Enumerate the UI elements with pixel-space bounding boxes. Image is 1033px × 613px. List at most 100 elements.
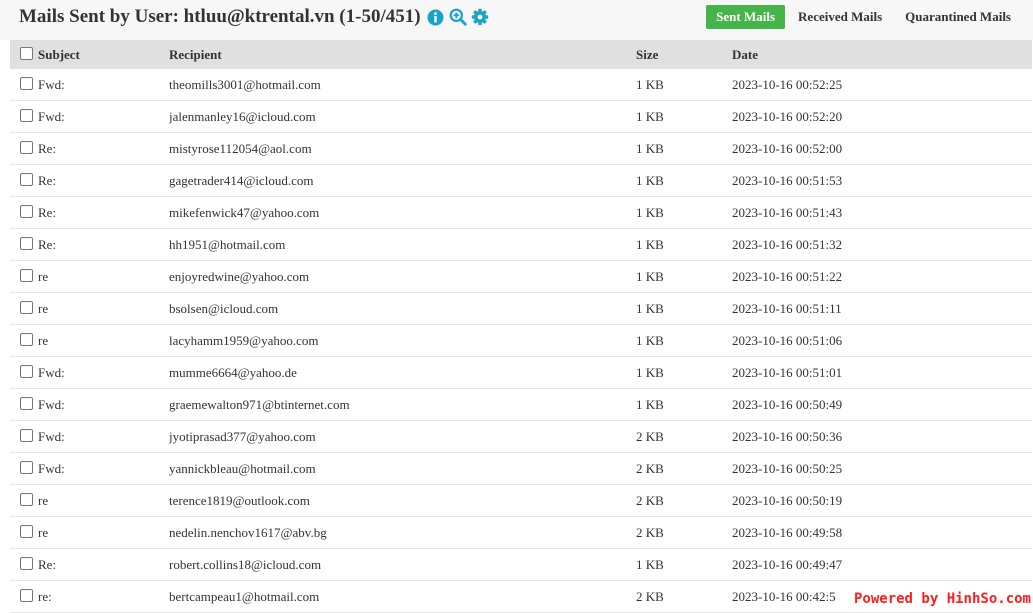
table-row[interactable]: Fwd: yannickbleau@hotmail.com 2 KB 2023-10-…	[10, 452, 1032, 485]
recipient-cell: robert.collins18@icloud.com	[169, 548, 636, 581]
recipient-cell: lacyhamm1959@yahoo.com	[169, 324, 636, 357]
subject-cell: Fwd:	[38, 388, 169, 421]
table-header-row: Subject Recipient Size Date	[10, 40, 1032, 69]
row-select-cell	[10, 516, 38, 549]
table-row[interactable]: Re: robert.collins18@icloud.com 1 KB 2023-1…	[10, 548, 1032, 581]
column-header-recipient[interactable]: Recipient	[169, 40, 636, 69]
row-checkbox[interactable]	[20, 301, 33, 315]
size-cell: 1 KB	[636, 548, 732, 581]
table-row[interactable]: Re: hh1951@hotmail.com 1 KB 2023-10-16 00:5…	[10, 228, 1032, 261]
row-checkbox[interactable]	[20, 333, 33, 347]
column-header-subject[interactable]: Subject	[38, 40, 169, 69]
row-select-cell	[10, 100, 38, 133]
size-cell: 2 KB	[636, 516, 732, 549]
tab-quarantined-mails[interactable]: Quarantined Mails	[895, 5, 1021, 29]
row-select-cell	[10, 196, 38, 229]
row-checkbox[interactable]	[20, 397, 33, 411]
table-row[interactable]: Re: gagetrader414@icloud.com 1 KB 2023-10-1…	[10, 164, 1032, 197]
size-cell: 1 KB	[636, 388, 732, 421]
tab-received-mails[interactable]: Received Mails	[788, 5, 892, 29]
table-row[interactable]: Re: mistyrose112054@aol.com 1 KB 2023-10-16…	[10, 132, 1032, 165]
row-checkbox[interactable]	[20, 365, 33, 379]
row-checkbox[interactable]	[20, 493, 33, 507]
date-cell: 2023-10-16 00:52:00	[732, 132, 1032, 165]
subject-cell: Re:	[38, 164, 169, 197]
mail-rows: Fwd: theomills3001@hotmail.com 1 KB 2023-10…	[10, 69, 1032, 613]
row-checkbox[interactable]	[20, 269, 33, 283]
size-cell: 2 KB	[636, 452, 732, 485]
gear-icon[interactable]	[471, 8, 489, 26]
select-all-checkbox[interactable]	[20, 47, 33, 61]
subject-cell: Fwd:	[38, 100, 169, 133]
row-checkbox[interactable]	[20, 109, 33, 123]
row-checkbox[interactable]	[20, 173, 33, 187]
column-header-size[interactable]: Size	[636, 40, 732, 69]
row-checkbox[interactable]	[20, 589, 33, 603]
subject-cell: Re:	[38, 132, 169, 165]
date-cell: 2023-10-16 00:51:43	[732, 196, 1032, 229]
title-bar: Mails Sent by User: htluu@ktrental.vn (1…	[19, 6, 489, 28]
recipient-cell: jyotiprasad377@yahoo.com	[169, 420, 636, 453]
date-cell: 2023-10-16 00:52:20	[732, 100, 1032, 133]
date-cell: 2023-10-16 00:50:19	[732, 484, 1032, 517]
subject-cell: re	[38, 484, 169, 517]
size-cell: 1 KB	[636, 356, 732, 389]
subject-cell: re	[38, 324, 169, 357]
row-select-cell	[10, 420, 38, 453]
row-select-cell	[10, 548, 38, 581]
row-checkbox[interactable]	[20, 205, 33, 219]
recipient-cell: hh1951@hotmail.com	[169, 228, 636, 261]
row-checkbox[interactable]	[20, 141, 33, 155]
table-row[interactable]: Fwd: theomills3001@hotmail.com 1 KB 2023-10…	[10, 69, 1032, 101]
row-checkbox[interactable]	[20, 237, 33, 251]
recipient-cell: theomills3001@hotmail.com	[169, 69, 636, 101]
recipient-cell: nedelin.nenchov1617@abv.bg	[169, 516, 636, 549]
table-row[interactable]: Fwd: jalenmanley16@icloud.com 1 KB 2023-10-…	[10, 100, 1032, 133]
subject-cell: Re:	[38, 548, 169, 581]
table-row[interactable]: re terence1819@outlook.com 2 KB 2023-10-16 …	[10, 484, 1032, 517]
size-cell: 1 KB	[636, 69, 732, 101]
row-checkbox[interactable]	[20, 525, 33, 539]
table-row[interactable]: re bsolsen@icloud.com 1 KB 2023-10-16 00:51…	[10, 292, 1032, 325]
table-row[interactable]: re nedelin.nenchov1617@abv.bg 2 KB 2023-10-…	[10, 516, 1032, 549]
row-select-cell	[10, 452, 38, 485]
row-select-cell	[10, 69, 38, 101]
column-header-date[interactable]: Date	[732, 40, 1032, 69]
date-cell: 2023-10-16 00:51:22	[732, 260, 1032, 293]
recipient-cell: terence1819@outlook.com	[169, 484, 636, 517]
size-cell: 1 KB	[636, 132, 732, 165]
recipient-cell: jalenmanley16@icloud.com	[169, 100, 636, 133]
row-checkbox[interactable]	[20, 461, 33, 475]
date-cell: 2023-10-16 00:50:25	[732, 452, 1032, 485]
tab-sent-mails[interactable]: Sent Mails	[706, 5, 786, 29]
size-cell: 2 KB	[636, 484, 732, 517]
recipient-cell: gagetrader414@icloud.com	[169, 164, 636, 197]
date-cell: 2023-10-16 00:50:49	[732, 388, 1032, 421]
row-select-cell	[10, 132, 38, 165]
row-select-cell	[10, 260, 38, 293]
size-cell: 1 KB	[636, 196, 732, 229]
recipient-cell: enjoyredwine@yahoo.com	[169, 260, 636, 293]
zoom-in-icon[interactable]	[449, 8, 467, 26]
table-row[interactable]: Fwd: jyotiprasad377@yahoo.com 2 KB 2023-10-…	[10, 420, 1032, 453]
recipient-cell: mumme6664@yahoo.de	[169, 356, 636, 389]
mails-table: Subject Recipient Size Date Fwd: theomill…	[10, 40, 1032, 613]
table-row[interactable]: Fwd: graemewalton971@btinternet.com 1 KB 20…	[10, 388, 1032, 421]
row-checkbox[interactable]	[20, 429, 33, 443]
table-row[interactable]: Re: mikefenwick47@yahoo.com 1 KB 2023-10-16…	[10, 196, 1032, 229]
table-row[interactable]: re lacyhamm1959@yahoo.com 1 KB 2023-10-16 0…	[10, 324, 1032, 357]
info-icon[interactable]	[427, 8, 445, 26]
row-checkbox[interactable]	[20, 77, 33, 91]
subject-cell: Re:	[38, 196, 169, 229]
row-select-cell	[10, 580, 38, 613]
watermark: Powered by HinhSo.com	[853, 591, 1031, 607]
row-select-cell	[10, 356, 38, 389]
table-row[interactable]: Fwd: mumme6664@yahoo.de 1 KB 2023-10-16 00:…	[10, 356, 1032, 389]
row-checkbox[interactable]	[20, 557, 33, 571]
date-cell: 2023-10-16 00:51:32	[732, 228, 1032, 261]
table-row[interactable]: re enjoyredwine@yahoo.com 1 KB 2023-10-16 0…	[10, 260, 1032, 293]
subject-cell: Re:	[38, 228, 169, 261]
date-cell: 2023-10-16 00:51:06	[732, 324, 1032, 357]
subject-cell: re	[38, 516, 169, 549]
subject-cell: Fwd:	[38, 356, 169, 389]
